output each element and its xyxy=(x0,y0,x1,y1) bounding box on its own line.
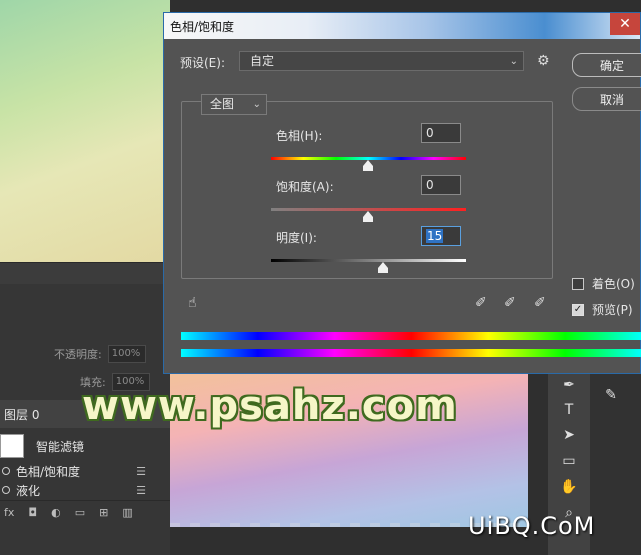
fx-icon[interactable]: fx xyxy=(4,506,14,519)
saturation-input[interactable]: 0 xyxy=(421,175,461,195)
filter-name: 液化 xyxy=(16,483,41,498)
watermark-uibq: UiBQ.CoM xyxy=(468,512,596,540)
hand-tool-icon[interactable]: ✋ xyxy=(558,476,580,498)
eyedropper-icon[interactable]: ✐ xyxy=(475,295,487,311)
eyedropper-plus-icon[interactable]: ✐ xyxy=(504,295,516,311)
layer-tab-label: 图层 0 xyxy=(4,407,40,422)
filter-row-hue-saturation[interactable]: 色相/饱和度 ☰ xyxy=(0,462,170,480)
channel-dropdown[interactable]: 全图 ⌄ xyxy=(201,94,267,115)
filter-options-icon[interactable]: ☰ xyxy=(136,465,146,478)
dialog-title: 色相/饱和度 xyxy=(170,20,235,34)
lightness-value: 15 xyxy=(426,229,444,243)
preset-dropdown[interactable]: 自定 ⌄ xyxy=(239,51,524,71)
dialog-title-bar[interactable]: 色相/饱和度 ✕ xyxy=(164,13,640,39)
rectangle-tool-icon[interactable]: ▭ xyxy=(558,450,580,472)
select-arrow-icon[interactable]: ➤ xyxy=(558,424,580,446)
color-bar-after xyxy=(181,349,641,357)
hue-saturation-dialog: 色相/饱和度 ✕ 预设(E): 自定 ⌄ ⚙ 确定 取消 全图 ⌄ 色相(H):… xyxy=(163,12,641,374)
filter-options-icon[interactable]: ☰ xyxy=(136,484,146,497)
preview-label: 预览(P) xyxy=(592,303,633,317)
chevron-down-icon: ⌄ xyxy=(252,99,261,110)
hue-label: 色相(H): xyxy=(276,129,323,143)
saturation-slider-thumb[interactable] xyxy=(363,211,373,222)
colorize-checkbox-row[interactable]: 着色(O) xyxy=(572,275,635,292)
new-layer-icon[interactable]: ⊞ xyxy=(99,506,108,519)
eyedropper-minus-icon[interactable]: ✐ xyxy=(534,295,546,311)
colorize-label: 着色(O) xyxy=(592,277,635,291)
type-tool-icon[interactable]: T xyxy=(558,399,580,421)
colorize-checkbox[interactable] xyxy=(572,277,584,290)
opacity-label: 不透明度: xyxy=(54,348,102,361)
brush-icon[interactable]: ✎ xyxy=(600,384,622,406)
brush-settings-panel: ✎ xyxy=(590,372,641,555)
preview-checkbox-row[interactable]: ✓ 预览(P) xyxy=(572,301,633,318)
lightness-slider-thumb[interactable] xyxy=(378,262,388,273)
opacity-field[interactable]: 100% xyxy=(107,345,146,363)
chevron-down-icon: ⌄ xyxy=(509,56,518,67)
pen-tool-icon[interactable]: ✒ xyxy=(558,374,580,396)
cancel-button[interactable]: 取消 xyxy=(572,87,641,111)
layers-bottom-bar: fx ◘ ◐ ▭ ⊞ ▥ xyxy=(0,500,170,524)
canvas-image-top xyxy=(0,0,170,262)
layer-thumbnail[interactable] xyxy=(0,434,24,458)
preview-checkbox[interactable]: ✓ xyxy=(572,303,584,316)
lightness-input[interactable]: 15 xyxy=(421,226,461,246)
filter-row-liquify[interactable]: 液化 ☰ xyxy=(0,481,170,499)
adjustment-icon[interactable]: ◐ xyxy=(51,506,61,519)
color-bar-before xyxy=(181,332,641,340)
panel-collapse-strip[interactable] xyxy=(0,262,170,284)
channel-value: 全图 xyxy=(210,97,235,111)
smart-filter-label: 智能滤镜 xyxy=(36,440,85,454)
preset-value: 自定 xyxy=(250,54,275,68)
saturation-label: 饱和度(A): xyxy=(276,180,334,194)
folder-icon[interactable]: ▭ xyxy=(75,506,85,519)
lightness-label: 明度(I): xyxy=(276,231,317,245)
hand-target-icon[interactable]: ☝ xyxy=(188,295,197,311)
hue-input[interactable]: 0 xyxy=(421,123,461,143)
preset-label: 预设(E): xyxy=(180,56,225,70)
gear-icon[interactable]: ⚙ xyxy=(537,53,550,69)
ok-button[interactable]: 确定 xyxy=(572,53,641,77)
trash-icon[interactable]: ▥ xyxy=(122,506,132,519)
eye-icon[interactable] xyxy=(2,467,10,475)
watermark-psahz: www.psahz.com xyxy=(82,383,458,429)
adjustment-group xyxy=(181,101,553,279)
hue-slider-thumb[interactable] xyxy=(363,160,373,171)
lightness-slider-track[interactable] xyxy=(271,259,466,262)
close-icon[interactable]: ✕ xyxy=(610,13,640,35)
mask-icon[interactable]: ◘ xyxy=(28,506,37,519)
filter-name: 色相/饱和度 xyxy=(16,464,81,479)
eye-icon[interactable] xyxy=(2,486,10,494)
